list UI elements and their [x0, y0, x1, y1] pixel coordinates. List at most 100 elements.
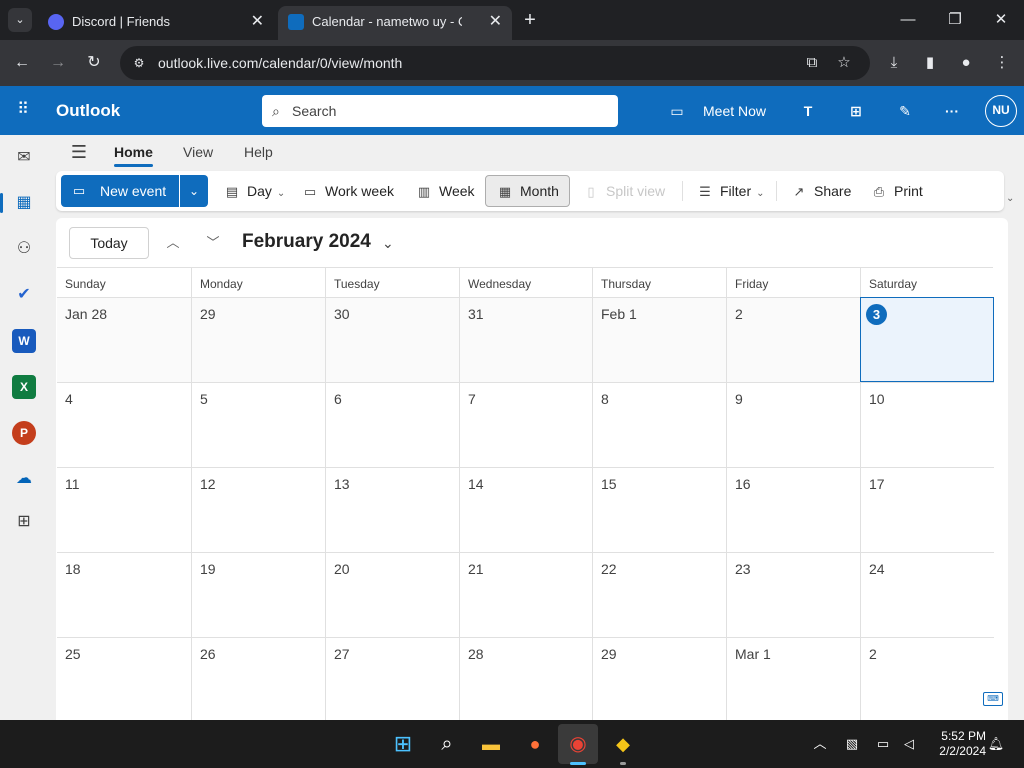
teams-icon[interactable]: T — [796, 99, 820, 123]
windows-start-icon[interactable]: ⊞ — [389, 730, 417, 758]
filter-button[interactable]: ☰ Filter ⌄ — [696, 175, 764, 207]
day-cell[interactable]: 7 — [459, 382, 592, 467]
app-launcher-icon[interactable]: ⠿ — [12, 99, 34, 121]
day-cell[interactable]: 14 — [459, 467, 592, 552]
day-cell[interactable]: 13 — [325, 467, 459, 552]
day-cell[interactable]: 28 — [459, 637, 592, 720]
day-cell[interactable]: 12 — [191, 467, 325, 552]
day-cell[interactable]: 21 — [459, 552, 592, 637]
side-panel-icon[interactable]: ▮ — [918, 51, 942, 75]
system-clock[interactable]: 5:52 PM 2/2/2024 — [930, 729, 986, 759]
day-cell[interactable]: Jan 28 — [57, 297, 191, 382]
tab-view[interactable]: View — [183, 143, 213, 161]
share-button[interactable]: ↗ Share — [790, 175, 852, 207]
day-cell[interactable]: 26 — [191, 637, 325, 720]
people-icon[interactable]: ⚇ — [12, 237, 36, 261]
browser-tab-discord[interactable]: Discord | Friends ✕ — [38, 6, 274, 40]
month-view-button[interactable]: ▦ Month — [485, 175, 570, 207]
day-cell[interactable]: 5 — [191, 382, 325, 467]
day-cell[interactable]: 2 — [726, 297, 860, 382]
more-apps-icon[interactable]: ⊞ — [12, 510, 36, 534]
firefox-icon[interactable]: ● — [521, 730, 549, 758]
chrome-icon[interactable]: ◉ — [564, 730, 592, 758]
mail-icon[interactable]: ✉ — [12, 146, 36, 170]
chevron-down-icon[interactable]: ⌄ — [1006, 193, 1014, 204]
forward-icon[interactable]: → — [46, 51, 70, 75]
day-cell[interactable]: 31 — [459, 297, 592, 382]
network-icon[interactable]: ▧ — [842, 734, 862, 754]
meet-now-button[interactable]: Meet Now — [703, 102, 766, 120]
week-view-button[interactable]: ▥ Week — [415, 175, 475, 207]
day-cell[interactable]: 29 — [592, 637, 726, 720]
show-hidden-icons-icon[interactable]: ︿ — [810, 734, 830, 754]
day-cell[interactable]: 22 — [592, 552, 726, 637]
day-cell[interactable]: 17 — [860, 467, 994, 552]
day-cell[interactable]: 8 — [592, 382, 726, 467]
downloads-icon[interactable]: ⤓ — [882, 51, 906, 75]
search-box[interactable]: ⌕ — [262, 95, 618, 127]
day-cell[interactable]: 16 — [726, 467, 860, 552]
month-title[interactable]: February 2024 — [242, 230, 371, 254]
todo-icon[interactable]: ✔ — [12, 283, 36, 307]
notifications-bell-icon[interactable]: 🔔︎ — [986, 734, 1006, 754]
day-cell[interactable]: 9 — [726, 382, 860, 467]
close-tab-icon[interactable]: ✕ — [489, 12, 502, 32]
excel-icon[interactable]: X — [12, 375, 36, 399]
day-cell[interactable]: 10 — [860, 382, 994, 467]
video-camera-icon[interactable]: ▭ — [666, 100, 688, 122]
day-cell[interactable]: 23 — [726, 552, 860, 637]
day-cell[interactable]: Mar 1 — [726, 637, 860, 720]
day-cell[interactable]: 19 — [191, 552, 325, 637]
day-cell[interactable]: 25 — [57, 637, 191, 720]
print-button[interactable]: ⎙ Print — [870, 175, 923, 207]
site-info-icon[interactable]: ⚙ — [130, 54, 148, 72]
excel-header-icon[interactable]: ⊞ — [844, 99, 868, 123]
previous-month-icon[interactable]: ︿ — [163, 233, 183, 253]
tab-help[interactable]: Help — [244, 143, 273, 161]
close-window-icon[interactable]: ✕ — [989, 8, 1013, 32]
work-week-button[interactable]: ▭ Work week — [301, 175, 394, 207]
day-cell[interactable]: 30 — [325, 297, 459, 382]
onedrive-icon[interactable]: ☁ — [12, 467, 36, 491]
file-explorer-icon[interactable]: ▬ — [477, 730, 505, 758]
day-cell[interactable]: 6 — [325, 382, 459, 467]
day-cell[interactable]: 18 — [57, 552, 191, 637]
day-cell[interactable]: Feb 1 — [592, 297, 726, 382]
volume-muted-icon[interactable]: ◁ — [899, 734, 919, 754]
new-event-button[interactable]: ▭ New event — [61, 175, 179, 207]
profile-icon[interactable]: ● — [954, 51, 978, 75]
tab-search-button[interactable]: ⌄ — [8, 8, 32, 32]
word-icon[interactable]: W — [12, 329, 36, 353]
browser-menu-icon[interactable]: ⋮ — [990, 51, 1014, 75]
day-cell[interactable]: 24 — [860, 552, 994, 637]
reload-icon[interactable]: ↻ — [82, 51, 106, 75]
taskbar-search-icon[interactable]: ⌕ — [433, 730, 461, 758]
hamburger-menu-icon[interactable]: ☰ — [68, 141, 90, 163]
install-app-icon[interactable]: ⧉ — [800, 51, 824, 75]
avatar[interactable]: NU — [985, 95, 1017, 127]
new-event-dropdown[interactable]: ⌄ — [180, 175, 208, 207]
today-button[interactable]: Today — [69, 227, 149, 259]
day-view-button[interactable]: ▤ Day ⌄ — [223, 175, 285, 207]
keyboard-icon[interactable]: ⌨ — [983, 692, 1003, 706]
day-cell[interactable]: 4 — [57, 382, 191, 467]
day-cell[interactable]: 2 — [860, 637, 994, 720]
chevron-down-icon[interactable]: ⌄ — [382, 233, 394, 253]
new-tab-button[interactable]: + — [518, 8, 542, 32]
bookmark-star-icon[interactable]: ☆ — [832, 51, 856, 75]
powerpoint-icon[interactable]: P — [12, 421, 36, 445]
split-view-button[interactable]: ▯ Split view — [582, 175, 665, 207]
calendar-icon[interactable]: ▦ — [12, 191, 36, 215]
close-tab-icon[interactable]: ✕ — [251, 12, 264, 32]
address-bar[interactable]: ⚙ outlook.live.com/calendar/0/view/month — [120, 46, 870, 80]
minimize-icon[interactable]: — — [896, 8, 920, 32]
search-input[interactable] — [292, 101, 592, 121]
app-icon[interactable]: ◆ — [609, 730, 637, 758]
day-cell[interactable]: 15 — [592, 467, 726, 552]
next-month-icon[interactable]: ﹀ — [203, 233, 223, 253]
day-cell[interactable]: 29 — [191, 297, 325, 382]
day-cell[interactable]: 11 — [57, 467, 191, 552]
day-cell[interactable]: 20 — [325, 552, 459, 637]
restore-icon[interactable]: ❐ — [943, 8, 967, 32]
display-icon[interactable]: ▭ — [873, 734, 893, 754]
